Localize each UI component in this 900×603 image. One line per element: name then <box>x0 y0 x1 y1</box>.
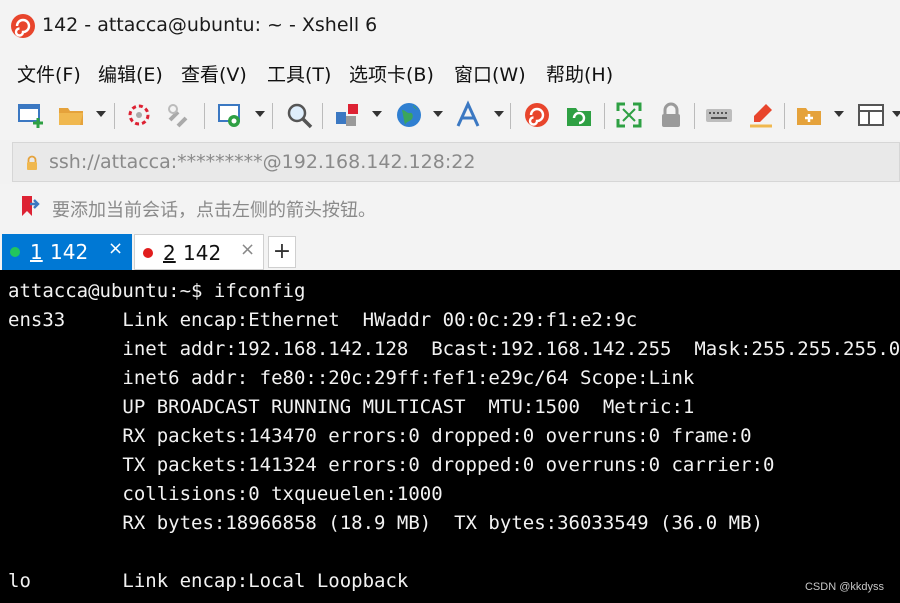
toolbar-separator <box>272 103 273 129</box>
toolbar-separator <box>784 103 785 129</box>
xshell-icon[interactable] <box>522 100 552 130</box>
watermark: CSDN @kkdyss <box>804 581 884 593</box>
session-address[interactable]: ssh://attacca:*********@192.168.142.128:… <box>49 151 475 173</box>
transfer-dropdown-icon[interactable] <box>372 111 382 117</box>
menu-view[interactable]: 查看(V) <box>181 60 247 87</box>
terminal-line: TX packets:141324 errors:0 dropped:0 ove… <box>8 454 775 476</box>
hint-bar: 要添加当前会话，点击左侧的箭头按钮。 <box>0 184 900 230</box>
globe-icon[interactable] <box>394 100 424 130</box>
connect-icon[interactable] <box>124 100 154 130</box>
open-folder-icon[interactable] <box>56 100 86 130</box>
toolbar-separator <box>604 103 605 129</box>
menu-help[interactable]: 帮助(H) <box>546 60 613 87</box>
keyboard-icon[interactable] <box>704 100 734 130</box>
font-dropdown-icon[interactable] <box>494 111 504 117</box>
xshell-logo-icon <box>11 14 35 38</box>
lock-icon <box>27 155 37 170</box>
properties-dropdown-icon[interactable] <box>255 111 265 117</box>
tab-label: 142 <box>183 241 222 265</box>
globe-dropdown-icon[interactable] <box>433 111 443 117</box>
menu-bar: 文件(F) 编辑(E) 查看(V) 工具(T) 选项卡(B) 窗口(W) 帮助(… <box>0 52 900 94</box>
new-session-icon[interactable] <box>16 100 46 130</box>
menu-file[interactable]: 文件(F) <box>17 60 81 87</box>
menu-tabs[interactable]: 选项卡(B) <box>349 60 434 87</box>
terminal-line: UP BROADCAST RUNNING MULTICAST MTU:1500 … <box>8 396 695 418</box>
tab-number: 1 <box>30 240 43 264</box>
disconnected-status-icon <box>143 248 153 258</box>
toolbar <box>0 94 900 140</box>
toolbar-separator <box>322 103 323 129</box>
lock-icon[interactable] <box>656 100 686 130</box>
xftp-icon[interactable] <box>564 100 594 130</box>
layout-icon[interactable] <box>856 100 886 130</box>
tab-session-1[interactable]: 1 142 × <box>2 234 132 270</box>
toolbar-separator <box>114 103 115 129</box>
bookmark-arrow-icon[interactable] <box>18 194 42 218</box>
tab-label: 142 <box>50 240 89 264</box>
highlight-icon[interactable] <box>746 100 776 130</box>
address-bar[interactable]: ssh://attacca:*********@192.168.142.128:… <box>12 142 900 182</box>
terminal-line: inet addr:192.168.142.128 Bcast:192.168.… <box>8 338 900 360</box>
find-icon[interactable] <box>284 100 314 130</box>
toolbar-separator <box>510 103 511 129</box>
terminal-line: lo Link encap:Local Loopback <box>8 570 409 592</box>
menu-edit[interactable]: 编辑(E) <box>98 60 163 87</box>
open-dropdown-icon[interactable] <box>96 111 106 117</box>
toolbar-separator <box>204 103 205 129</box>
connected-status-icon <box>10 247 20 257</box>
disconnect-icon[interactable] <box>164 100 194 130</box>
window-title: 142 - attacca@ubuntu: ~ - Xshell 6 <box>42 14 378 36</box>
tab-bar: 1 142 × 2 142 × + <box>0 230 900 270</box>
title-bar: 142 - attacca@ubuntu: ~ - Xshell 6 <box>0 0 900 52</box>
terminal-line: RX packets:143470 errors:0 dropped:0 ove… <box>8 425 752 447</box>
layout-dropdown-icon[interactable] <box>892 111 900 117</box>
tab-session-2[interactable]: 2 142 × <box>134 234 264 270</box>
close-tab-icon[interactable]: × <box>240 239 255 260</box>
properties-icon[interactable] <box>216 100 246 130</box>
fullscreen-icon[interactable] <box>614 100 644 130</box>
terminal-line: ens33 Link encap:Ethernet HWaddr 00:0c:2… <box>8 309 638 331</box>
terminal[interactable]: attacca@ubuntu:~$ ifconfig ens33 Link en… <box>0 270 900 603</box>
tab-number: 2 <box>163 241 176 265</box>
toolbar-separator <box>694 103 695 129</box>
terminal-line: attacca@ubuntu:~$ ifconfig <box>8 280 306 302</box>
new-folder-dropdown-icon[interactable] <box>834 111 844 117</box>
menu-window[interactable]: 窗口(W) <box>454 60 526 87</box>
transfer-icon[interactable] <box>332 100 362 130</box>
hint-text: 要添加当前会话，点击左侧的箭头按钮。 <box>52 200 376 221</box>
terminal-line: RX bytes:18966858 (18.9 MB) TX bytes:360… <box>8 512 763 534</box>
terminal-line: inet6 addr: fe80::20c:29ff:fef1:e29c/64 … <box>8 367 695 389</box>
font-icon[interactable] <box>454 100 484 130</box>
close-tab-icon[interactable]: × <box>108 238 123 259</box>
add-tab-button[interactable]: + <box>268 236 296 268</box>
menu-tools[interactable]: 工具(T) <box>267 60 331 87</box>
new-folder-icon[interactable] <box>794 100 824 130</box>
terminal-line: collisions:0 txqueuelen:1000 <box>8 483 443 505</box>
